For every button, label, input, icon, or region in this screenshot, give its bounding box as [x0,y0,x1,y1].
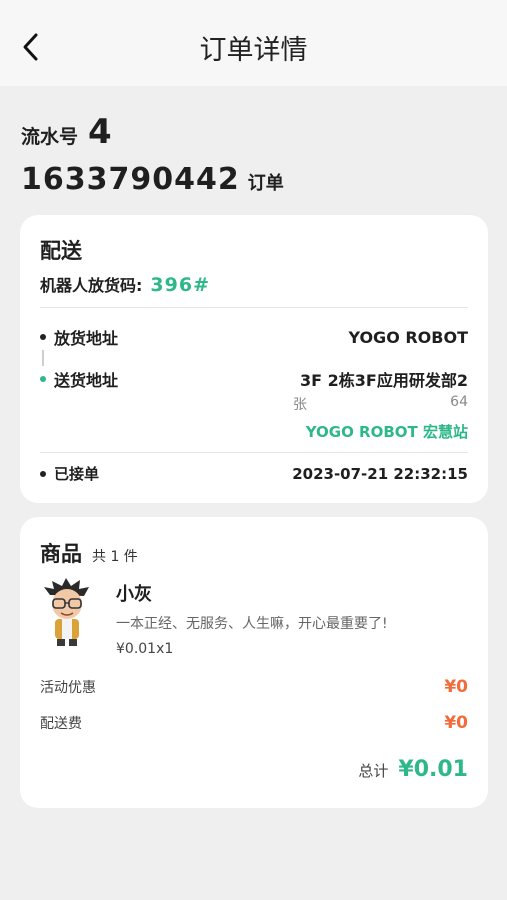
product-description: 一本正经、无服务、人生嘛，开心最重要了! [116,616,388,632]
status-time: 2023-07-21 22:32:15 [292,464,468,483]
serial-value: 4 [88,112,112,152]
bullet-dot-icon [40,376,46,382]
goods-count: 共 1 件 [92,549,138,565]
delivery-fee-value: ¥0 [444,713,468,733]
to-address-value: 3F 2栋3F应用研发部2 [300,371,468,390]
pickup-code-value: 396# [150,274,210,296]
order-number-value: 1633790442 [21,162,240,197]
timeline-connector [42,350,44,366]
discount-label: 活动优惠 [40,680,96,696]
top-nav-bar: 订单详情 [0,0,507,86]
discount-row: 活动优惠 ¥0 [40,677,468,697]
total-value: ¥0.01 [398,757,468,782]
delivery-title: 配送 [40,239,82,263]
serial-number: 流水号 4 [21,112,112,152]
from-address-row: 放货地址 YOGO ROBOT [40,325,468,349]
recipient-name: 张 [293,397,307,413]
order-number: 1633790442 订单 [21,162,284,197]
total-label: 总计 [358,762,389,780]
page-title: 订单详情 [199,35,308,66]
delivery-card: 配送 机器人放货码: 396# 放货地址 YOGO ROBOT 送货地址 3F 2… [20,215,488,503]
divider [40,452,468,453]
status-label: 已接单 [54,465,100,483]
bullet-dot-icon [40,470,46,477]
product-name: 小灰 [116,584,152,605]
station-name: YOGO ROBOT 宏慧站 [305,423,468,441]
status-row: 已接单 2023-07-21 22:32:15 [40,463,468,484]
from-address-label: 放货地址 [54,329,119,348]
goods-card: 商品 共 1 件 小灰 一本正经、无服务、人生嘛，开心最重要了! ¥0.01x1… [20,517,488,808]
pickup-code-row: 机器人放货码: 396# [40,272,210,296]
from-address-value: YOGO ROBOT [348,327,468,347]
total-row: 总计 ¥0.01 [358,757,468,782]
divider [40,307,468,308]
to-address-label: 送货地址 [54,371,119,390]
discount-value: ¥0 [444,677,468,697]
pickup-code-label: 机器人放货码: [40,276,143,295]
goods-title: 商品 [40,542,82,566]
to-address-row: 送货地址 3F 2栋3F应用研发部2 [40,367,468,391]
product-avatar [40,577,94,647]
bullet-dot-icon [40,334,46,340]
delivery-fee-row: 配送费 ¥0 [40,713,468,733]
goods-header: 商品 共 1 件 [40,538,138,568]
product-price: ¥0.01x1 [116,641,174,657]
serial-label: 流水号 [21,126,79,148]
recipient-phone: 64 [450,394,468,410]
delivery-fee-label: 配送费 [40,716,82,732]
order-number-label: 订单 [247,173,284,194]
